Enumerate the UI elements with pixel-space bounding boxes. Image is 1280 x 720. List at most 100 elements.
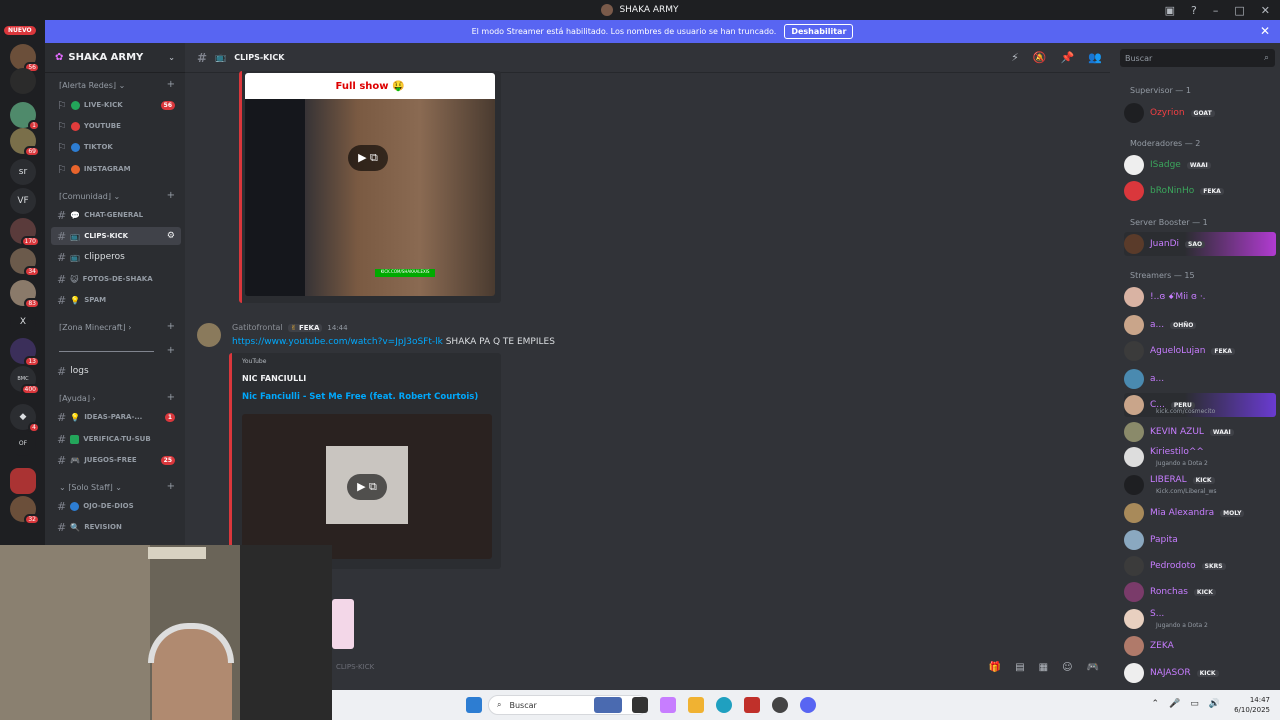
- category-staff[interactable]: ⌄ ⌈Solo Staff⌋ ⌄ +: [59, 481, 179, 492]
- obs-icon[interactable]: [772, 697, 788, 713]
- server-icon[interactable]: X: [10, 309, 36, 335]
- category-comunidad[interactable]: ⌈Comunidad⌋ ⌄ +: [59, 190, 179, 201]
- member-item[interactable]: AgueloLujan FEKA: [1124, 339, 1276, 363]
- server-icon[interactable]: 170: [10, 218, 40, 247]
- server-icon[interactable]: 56: [10, 44, 40, 73]
- emoji-icon[interactable]: ☺: [1062, 662, 1072, 673]
- category-unnamed[interactable]: +: [59, 345, 179, 356]
- widget-icon[interactable]: [594, 697, 622, 713]
- channel-juegos[interactable]: # 🎮 JUEGOS-FREE 25: [51, 451, 181, 469]
- server-icon[interactable]: [10, 468, 36, 494]
- volume-icon[interactable]: 🔊: [1209, 699, 1220, 709]
- members-icon[interactable]: 👥: [1088, 51, 1102, 64]
- category-alerta[interactable]: ⌈Alerta Redes⌋ ⌄ +: [59, 79, 179, 90]
- member-item[interactable]: Kiriestilo^^ Jugando a Dota 2: [1124, 445, 1276, 469]
- pin-icon[interactable]: 📌: [1061, 51, 1075, 64]
- copilot-icon[interactable]: [660, 697, 676, 713]
- category-ayuda[interactable]: ⌈Ayuda⌋ › +: [59, 392, 179, 403]
- channel-clips-kick[interactable]: # 📺 CLIPS-KICK ⚙: [51, 227, 181, 245]
- server-icon[interactable]: 1: [10, 102, 40, 131]
- channel-live-kick[interactable]: ⚐ LIVE-KICK 56: [51, 96, 181, 114]
- message-input[interactable]: CLIPS-KICK 🎁 ▤ ▦ ☺ 🎮: [332, 655, 1107, 679]
- disable-streamer-button[interactable]: Deshabilitar: [784, 24, 854, 39]
- maximize-button[interactable]: □: [1234, 4, 1244, 17]
- channel-ojo[interactable]: # OJO-DE-DIOS: [51, 497, 181, 515]
- discord-icon[interactable]: [800, 697, 816, 713]
- help-icon[interactable]: ?: [1191, 4, 1197, 17]
- member-item[interactable]: JuanDi SAO: [1124, 232, 1276, 256]
- start-icon[interactable]: [466, 697, 482, 713]
- message-link[interactable]: https://www.youtube.com/watch?v=JpJ3oSFt…: [232, 337, 443, 347]
- settings-icon[interactable]: ⚙: [167, 231, 175, 241]
- sticker-image[interactable]: [332, 599, 354, 649]
- server-icon[interactable]: [10, 68, 36, 94]
- system-tray[interactable]: ⌃ 🎤 ▭ 🔊: [1152, 699, 1221, 709]
- member-item[interactable]: NAJASOR KICK: [1124, 661, 1276, 685]
- member-item[interactable]: Papita: [1124, 528, 1276, 552]
- minimize-button[interactable]: –: [1213, 4, 1219, 17]
- channel-tiktok[interactable]: ⚐ TIKTOK: [51, 138, 181, 156]
- member-item[interactable]: LIBERAL KICK Kick.com/Liberal_ws: [1124, 473, 1276, 497]
- video-thumbnail[interactable]: ▶ ⧉: [242, 414, 492, 559]
- taskbar-search[interactable]: ⌕ Buscar: [488, 695, 648, 715]
- mute-icon[interactable]: 🔕: [1033, 51, 1047, 64]
- channel-chat-general[interactable]: # 💬 CHAT-GENERAL: [51, 206, 181, 224]
- channel-logs[interactable]: # logs: [51, 362, 181, 380]
- threads-icon[interactable]: ⚡: [1011, 51, 1019, 64]
- category-minecraft[interactable]: ⌈Zona Minecraft⌋ › +: [59, 321, 179, 332]
- channel-instagram[interactable]: ⚐ INSTAGRAM: [51, 160, 181, 178]
- member-item[interactable]: ISadge WAAI: [1124, 153, 1276, 177]
- edge-icon[interactable]: [716, 697, 732, 713]
- inbox-icon[interactable]: ▣: [1165, 4, 1175, 17]
- server-icon[interactable]: 32: [10, 496, 40, 525]
- task-view-icon[interactable]: [632, 697, 648, 713]
- server-icon[interactable]: BMC 400: [10, 366, 40, 395]
- member-item[interactable]: Mia Alexandra MOLY: [1124, 501, 1276, 525]
- server-icon[interactable]: 13: [10, 338, 40, 367]
- search-input[interactable]: Buscar ⌕: [1120, 49, 1275, 67]
- member-item[interactable]: C... PERU kick.com/cosmecito: [1124, 393, 1276, 417]
- server-icon[interactable]: 34: [10, 248, 40, 277]
- member-item[interactable]: a... OHÑO: [1124, 313, 1276, 337]
- channel-revision[interactable]: # 🔍 REVISION: [51, 518, 181, 536]
- gif-icon[interactable]: ▤: [1015, 662, 1024, 673]
- close-button[interactable]: ✕: [1261, 4, 1270, 17]
- channel-clipers[interactable]: # 📺 clipperos: [51, 248, 181, 266]
- member-item[interactable]: S... Jugando a Dota 2: [1124, 607, 1276, 631]
- apps-icon[interactable]: 🎮: [1087, 662, 1099, 673]
- member-item[interactable]: bRoNinHo FEKA: [1124, 179, 1276, 203]
- member-item[interactable]: Ronchas KICK: [1124, 580, 1276, 604]
- app-icon[interactable]: [744, 697, 760, 713]
- close-banner-icon[interactable]: ✕: [1260, 24, 1270, 38]
- channel-ideas[interactable]: # 💡 IDEAS-PARA-... 1: [51, 408, 181, 426]
- embed-author[interactable]: NIC FANCIULLI: [242, 374, 306, 383]
- server-icon[interactable]: 69: [10, 128, 40, 157]
- server-icon[interactable]: sr: [10, 159, 36, 185]
- server-icon[interactable]: OF: [10, 430, 36, 456]
- mic-icon[interactable]: 🎤: [1169, 699, 1180, 709]
- chevron-up-icon[interactable]: ⌃: [1152, 699, 1160, 709]
- channel-spam[interactable]: # 💡 SPAM: [51, 291, 181, 309]
- member-item[interactable]: Ozyrion GOAT: [1124, 101, 1276, 125]
- embed-video-title[interactable]: Nic Fanciulli - Set Me Free (feat. Rober…: [242, 392, 478, 402]
- play-icon[interactable]: ▶ ⧉: [347, 474, 387, 500]
- video-thumbnail[interactable]: Full show 🤑 KICK.COM/SHAKAALEXIS ▶ ⧉: [245, 73, 495, 296]
- member-item[interactable]: ZEKA: [1124, 634, 1276, 658]
- server-icon[interactable]: ◆ 4: [10, 404, 40, 433]
- server-header[interactable]: ✿ SHAKA ARMY ⌄: [45, 43, 185, 73]
- message-author[interactable]: Gatitofrontal: [232, 323, 283, 332]
- gift-icon[interactable]: 🎁: [989, 662, 1001, 673]
- member-item[interactable]: a...: [1124, 367, 1276, 391]
- channel-youtube[interactable]: ⚐ YOUTUBE: [51, 117, 181, 135]
- channel-fotos[interactable]: # 😺 FOTOS-DE-SHAKA: [51, 270, 181, 288]
- server-icon[interactable]: 83: [10, 280, 40, 309]
- member-item[interactable]: KEVIN AZUL WAAI: [1124, 420, 1276, 444]
- play-icon[interactable]: ▶ ⧉: [348, 145, 388, 171]
- network-icon[interactable]: ▭: [1190, 699, 1199, 709]
- member-item[interactable]: Pedrodoto SKRS: [1124, 554, 1276, 578]
- server-icon[interactable]: VF: [10, 188, 36, 214]
- member-item[interactable]: !..ɞ ꗃMii ɞ ·.: [1124, 285, 1276, 309]
- folder-icon[interactable]: [688, 697, 704, 713]
- channel-verifica[interactable]: # VERIFICA-TU-SUB: [51, 430, 181, 448]
- clock[interactable]: 14:47 6/10/2025: [1234, 695, 1270, 715]
